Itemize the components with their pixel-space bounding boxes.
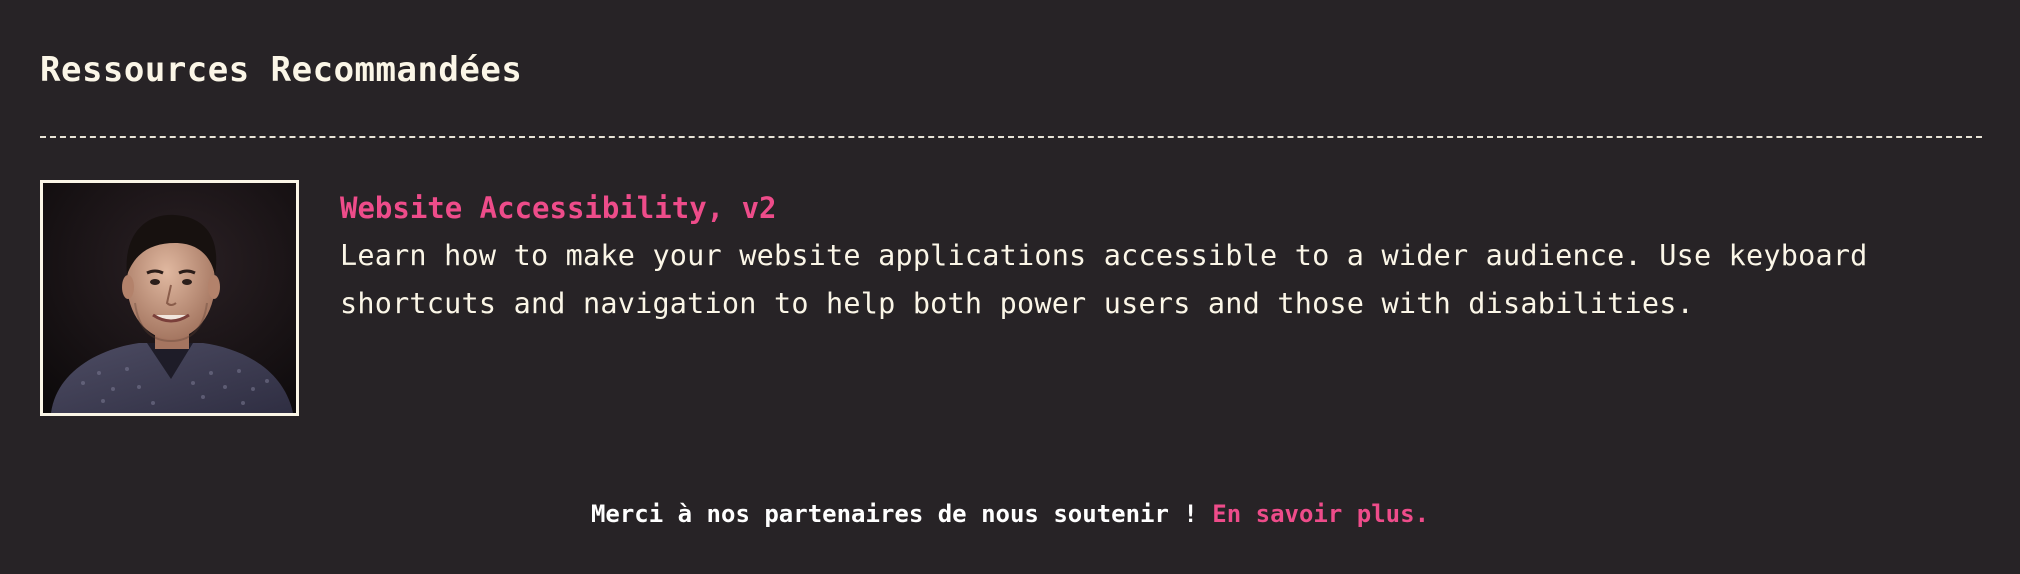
resource-description: Learn how to make your website applicati…	[340, 239, 1868, 320]
resource-body: Website Accessibility, v2 Learn how to m…	[340, 184, 1940, 328]
instructor-photo[interactable]	[40, 180, 299, 416]
resource-title-link[interactable]: Website Accessibility, v2	[340, 184, 777, 232]
dashed-divider	[40, 136, 1982, 138]
resource-card: Website Accessibility, v2 Learn how to m…	[40, 180, 1982, 416]
partners-thanks-text: Merci à nos partenaires de nous soutenir…	[590, 500, 1198, 528]
section-title: Ressources Recommandées	[40, 50, 523, 90]
instructor-portrait-icon	[43, 183, 296, 413]
partners-note: Merci à nos partenaires de nous soutenir…	[0, 496, 2020, 532]
learn-more-link[interactable]: En savoir plus.	[1212, 500, 1429, 528]
